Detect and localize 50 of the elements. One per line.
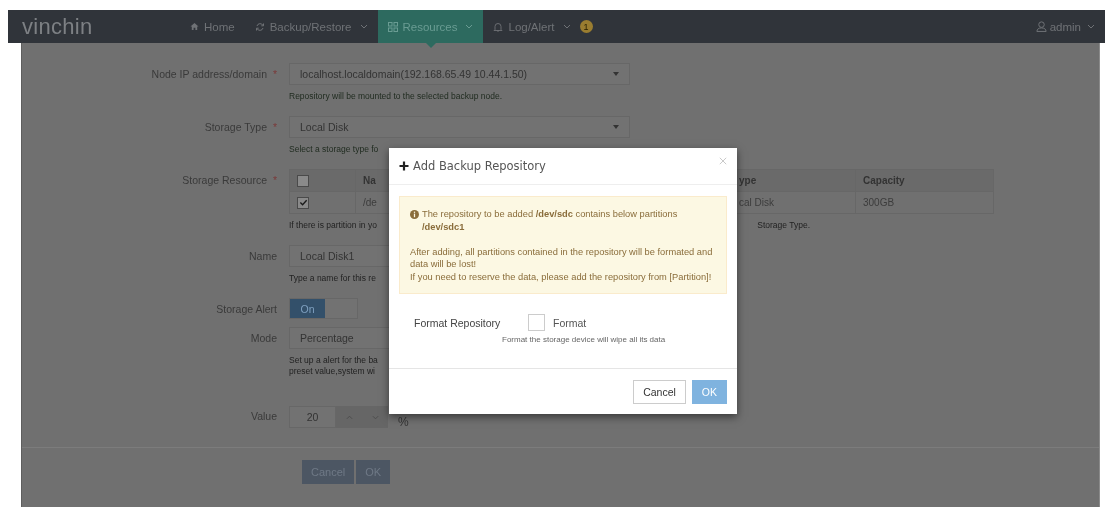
- hint-text: Format the storage device will wipe all its data: [502, 335, 666, 344]
- toggle-switch[interactable]: On: [289, 298, 358, 319]
- hint-text: If there is partition in yo: [289, 220, 377, 231]
- nav-label: Log/Alert: [508, 20, 555, 33]
- cancel-button[interactable]: Cancel: [633, 380, 686, 404]
- nav-tab[interactable]: Home: [180, 10, 245, 43]
- select-field[interactable]: Local Disk: [289, 116, 630, 138]
- close-icon[interactable]: [719, 157, 727, 165]
- number-field[interactable]: 20: [289, 406, 336, 428]
- alert-text: After adding, all partitions contained in the repository will be formated and data will be lost!: [410, 246, 713, 269]
- logo: vinchin: [22, 13, 94, 40]
- hint-text: Repository will be mounted to the selected backup node.: [289, 91, 503, 102]
- checkbox[interactable]: [297, 196, 309, 209]
- required-mark: *: [272, 121, 277, 133]
- hint-text: Storage Type.: [757, 220, 810, 231]
- alert-text: If you need to reserve the data, please add the repository from [Partition]!: [410, 271, 712, 282]
- chevron-icon: [562, 24, 571, 29]
- ok-button[interactable]: OK: [691, 380, 727, 404]
- spin-buttons[interactable]: [336, 406, 388, 428]
- chevron-icon: [359, 24, 368, 29]
- nav-tab[interactable]: Log/Alert 1: [483, 10, 603, 43]
- nav-tab[interactable]: Backup/Restore: [244, 10, 378, 43]
- bell-icon: [493, 21, 504, 32]
- checkbox[interactable]: [297, 174, 309, 187]
- hint-text: Select a storage type fo: [289, 144, 379, 155]
- chevron-icon: [465, 24, 474, 29]
- nav-label: Home: [204, 20, 235, 33]
- nav-label: Resources: [402, 20, 458, 33]
- plus-icon: [399, 161, 409, 171]
- hint-text: preset value,system wi: [289, 366, 376, 377]
- column-header: Capacity: [862, 174, 906, 188]
- count-badge: 1: [579, 20, 593, 33]
- info-icon: [410, 210, 419, 219]
- dialog-title: Add Backup Repository: [413, 159, 546, 173]
- required-mark: *: [272, 68, 277, 80]
- grid-icon: [387, 21, 398, 32]
- home-icon: [190, 22, 199, 31]
- check-icon: [298, 198, 308, 207]
- chevron-icon: [1087, 24, 1095, 29]
- nav-label: Backup/Restore: [269, 20, 352, 33]
- select-field[interactable]: localhost.localdomain(192.168.65.49 10.44.1.50): [289, 63, 630, 85]
- option-label: Format Repository: [414, 316, 502, 329]
- checkbox-label: Format: [553, 316, 587, 329]
- hint-text: Type a name for this re: [289, 273, 376, 284]
- sync-icon: [254, 21, 265, 32]
- user-menu[interactable]: admin: [1035, 20, 1095, 33]
- user-icon: [1035, 21, 1047, 32]
- unit-label: %: [398, 415, 409, 429]
- required-mark: *: [272, 174, 277, 186]
- hint-text: Set up a alert for the ba: [289, 355, 378, 366]
